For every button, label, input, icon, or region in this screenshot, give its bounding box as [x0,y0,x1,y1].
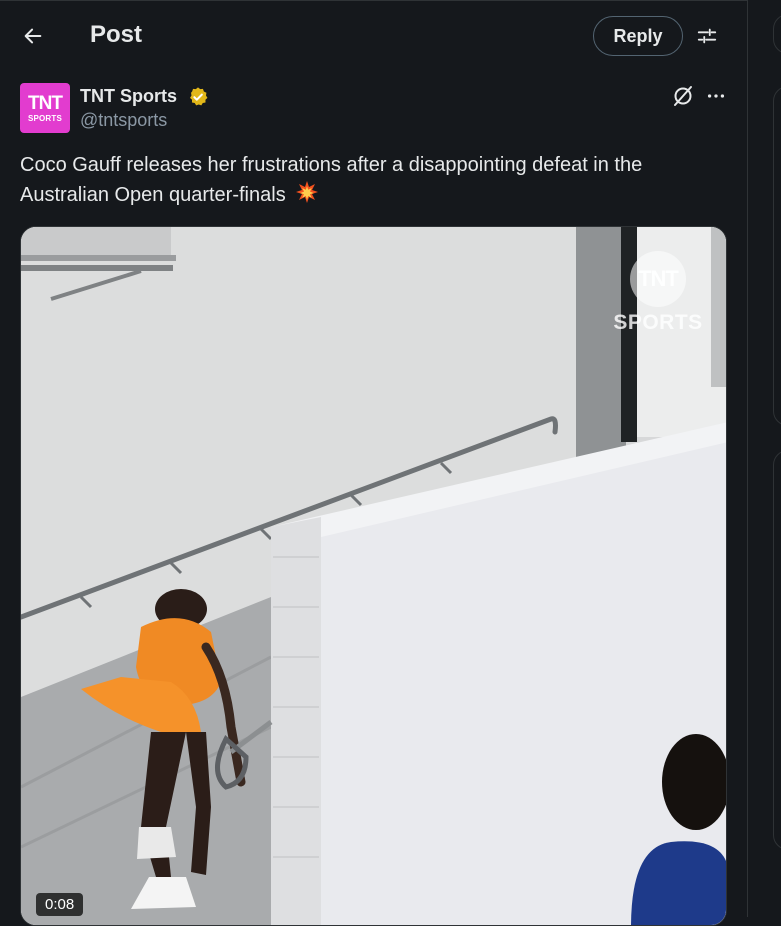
main-column: Post Reply TNT SPORTS TNT Sports @tntspo… [0,0,748,926]
sidebar-card-edge [773,86,781,426]
collision-icon [295,180,319,213]
sidebar-search-edge[interactable] [773,14,781,54]
right-sidebar-edge [749,0,781,917]
author-name[interactable]: TNT Sports [80,86,177,107]
video-duration-badge: 0:08 [36,893,84,916]
grok-icon [674,86,692,106]
filter-button[interactable] [690,19,724,53]
sidebar-card-edge-2 [773,450,781,850]
post-text: Coco Gauff releases her frustrations aft… [20,151,725,213]
grok-button[interactable] [670,83,696,109]
arrow-left-icon [24,28,42,44]
header-bar: Post Reply [0,1,748,71]
avatar-logo-text: TNT [28,92,63,114]
sliders-icon [697,28,717,44]
author-avatar[interactable]: TNT SPORTS [20,83,70,133]
page-title: Post [90,21,143,48]
more-horizontal-icon [707,94,725,98]
more-button[interactable] [702,83,730,109]
watermark-text: SPORTS [613,311,703,334]
post-text-content: Coco Gauff releases her frustrations aft… [20,154,643,206]
verified-badge-icon [187,86,209,108]
reply-button[interactable]: Reply [593,16,683,56]
back-button[interactable] [16,19,50,53]
post-video[interactable]: TNT SPORTS 0:08 [20,226,727,926]
video-watermark: TNT SPORTS [608,251,708,335]
avatar-logo-subtext: SPORTS [27,113,63,123]
watermark-logo: TNT [630,251,686,307]
author-handle[interactable]: @tntsports [80,110,167,131]
